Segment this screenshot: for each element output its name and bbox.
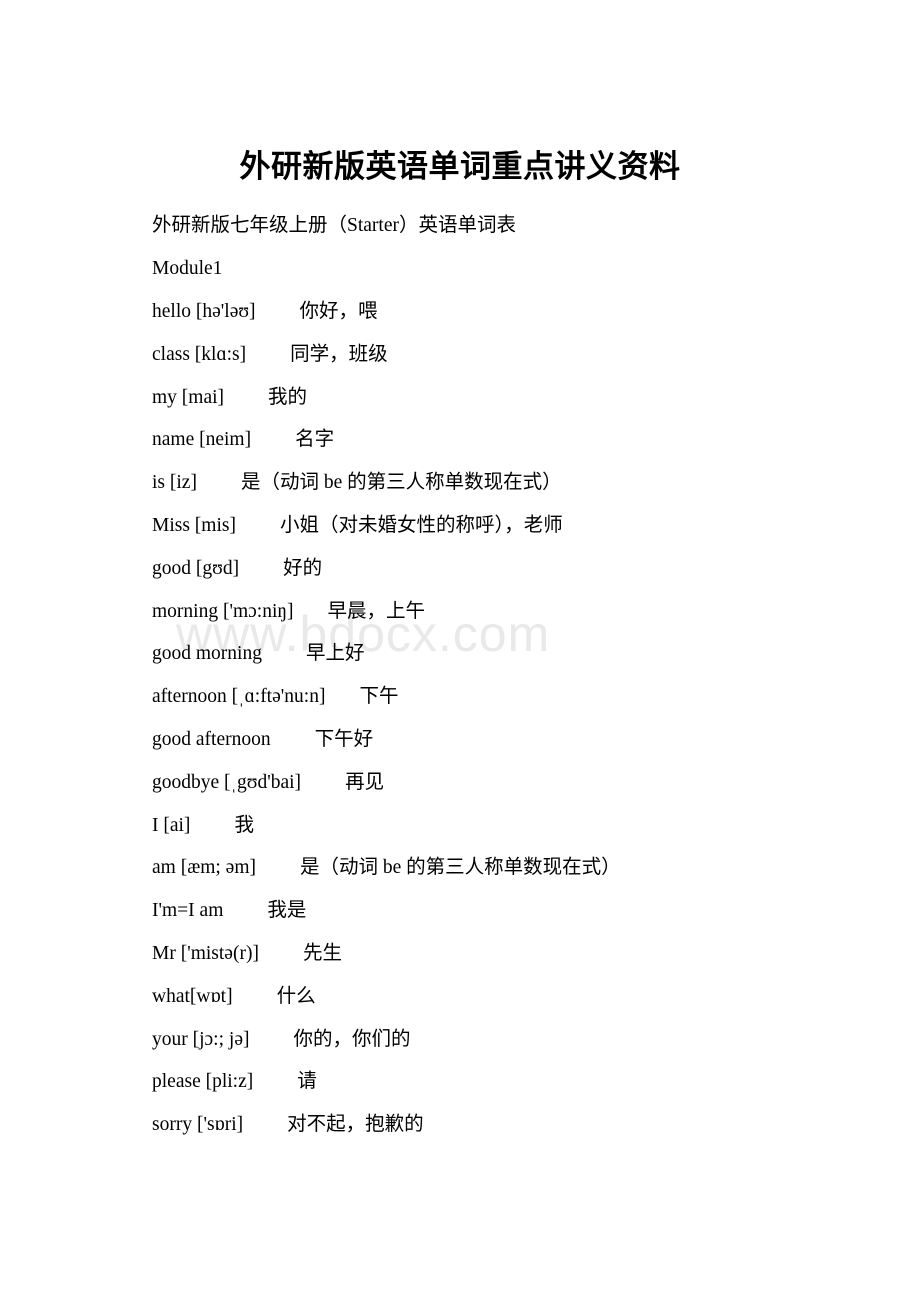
entry-term: please [pli:z] <box>152 1071 254 1093</box>
entry-term: good afternoon <box>152 729 271 750</box>
vocabulary-entry: good afternoon 下午好 <box>152 727 892 753</box>
entry-term: what[wɒt] <box>152 985 233 1007</box>
entry-term: am [æm; əm] <box>152 857 256 879</box>
entry-translation: 早晨，上午 <box>327 600 426 622</box>
vocabulary-entry: sorry ['sɒri] 对不起，抱歉的 <box>152 1112 892 1138</box>
entry-translation: 请 <box>297 1071 317 1093</box>
entry-term: Miss [mis] <box>152 515 236 536</box>
entry-term: I [ai] <box>152 814 191 836</box>
entry-term: good [gʊd] <box>152 557 240 579</box>
module-heading: Module1 <box>152 258 223 279</box>
vocabulary-entry: am [æm; əm] 是（动词 be 的第三人称单数现在式） <box>152 855 892 881</box>
document-page: www.bdocx.com 外研新版英语单词重点讲义资料 外研新版七年级上册（S… <box>0 0 920 1302</box>
entry-translation: 对不起，抱歉的 <box>287 1114 424 1136</box>
vocabulary-entry: good morning 早上好 <box>152 641 892 667</box>
document-subtitle: 外研新版七年级上册（Starter）英语单词表 <box>152 215 516 236</box>
entry-translation: 下午 <box>359 686 399 708</box>
page-title: 外研新版英语单词重点讲义资料 <box>239 149 681 184</box>
vocabulary-entry: your [jɔ:; jə] 你的，你们的 <box>152 1027 892 1053</box>
entry-translation: 下午好 <box>314 729 374 750</box>
entry-term: I'm=I am <box>152 900 224 922</box>
entry-term: goodbye [ˌgʊd'bai] <box>152 771 302 793</box>
vocabulary-entry: good [gʊd] 好的 <box>152 556 892 582</box>
vocabulary-entry: what[wɒt] 什么 <box>152 984 892 1010</box>
entry-translation: 是（动词 be 的第三人称单数现在式） <box>240 472 562 494</box>
entry-translation: 你好，喂 <box>299 301 378 322</box>
vocabulary-entry: hello [hə'ləʊ] 你好，喂 <box>152 299 892 325</box>
entry-term: class [klɑ:s] <box>152 343 247 365</box>
entry-term: good morning <box>152 643 262 665</box>
entry-term: my [mai] <box>152 386 225 408</box>
vocabulary-entry: I [ai] 我 <box>152 813 892 839</box>
entry-translation: 好的 <box>283 557 323 579</box>
vocabulary-entry: Mr ['mistə(r)] 先生 <box>152 941 892 967</box>
entry-term: Mr ['mistə(r)] <box>152 943 259 964</box>
entry-translation: 先生 <box>302 943 342 964</box>
vocabulary-entry: please [pli:z] 请 <box>152 1069 892 1095</box>
vocabulary-entry: I'm=I am 我是 <box>152 898 892 924</box>
entry-term: is [iz] <box>152 472 197 494</box>
vocabulary-entry: is [iz] 是（动词 be 的第三人称单数现在式） <box>152 470 892 496</box>
entry-translation: 是（动词 be 的第三人称单数现在式） <box>299 857 621 879</box>
entry-translation: 小姐（对未婚女性的称呼），老师 <box>279 515 563 536</box>
entry-translation: 我是 <box>267 900 307 922</box>
entry-term: afternoon [ˌɑ:ftə'nu:n] <box>152 686 326 708</box>
entry-translation: 什么 <box>276 985 316 1007</box>
entry-term: morning ['mɔ:niŋ] <box>152 600 294 622</box>
vocabulary-entry: afternoon [ˌɑ:ftə'nu:n] 下午 <box>152 684 892 710</box>
entry-translation: 同学，班级 <box>290 343 388 365</box>
vocabulary-entry: Miss [mis] 小姐（对未婚女性的称呼），老师 <box>152 513 892 539</box>
entry-translation: 再见 <box>345 771 385 793</box>
entry-term: name [neim] <box>152 429 252 451</box>
vocabulary-entry: morning ['mɔ:niŋ] 早晨，上午 <box>152 599 892 625</box>
entry-term: sorry ['sɒri] <box>152 1114 244 1136</box>
entry-translation: 我的 <box>268 386 308 408</box>
vocabulary-entry: name [neim] 名字 <box>152 427 892 453</box>
entry-term: your [jɔ:; jə] <box>152 1028 250 1050</box>
entry-translation: 你的，你们的 <box>293 1028 411 1050</box>
vocabulary-entry: goodbye [ˌgʊd'bai] 再见 <box>152 770 892 796</box>
entry-translation: 名字 <box>295 429 335 451</box>
vocabulary-entry: class [klɑ:s] 同学，班级 <box>152 342 892 368</box>
vocabulary-entry: my [mai] 我的 <box>152 385 892 411</box>
entry-term: hello [hə'ləʊ] <box>152 301 256 322</box>
entry-translation: 我 <box>234 814 254 836</box>
entry-translation: 早上好 <box>305 643 365 665</box>
